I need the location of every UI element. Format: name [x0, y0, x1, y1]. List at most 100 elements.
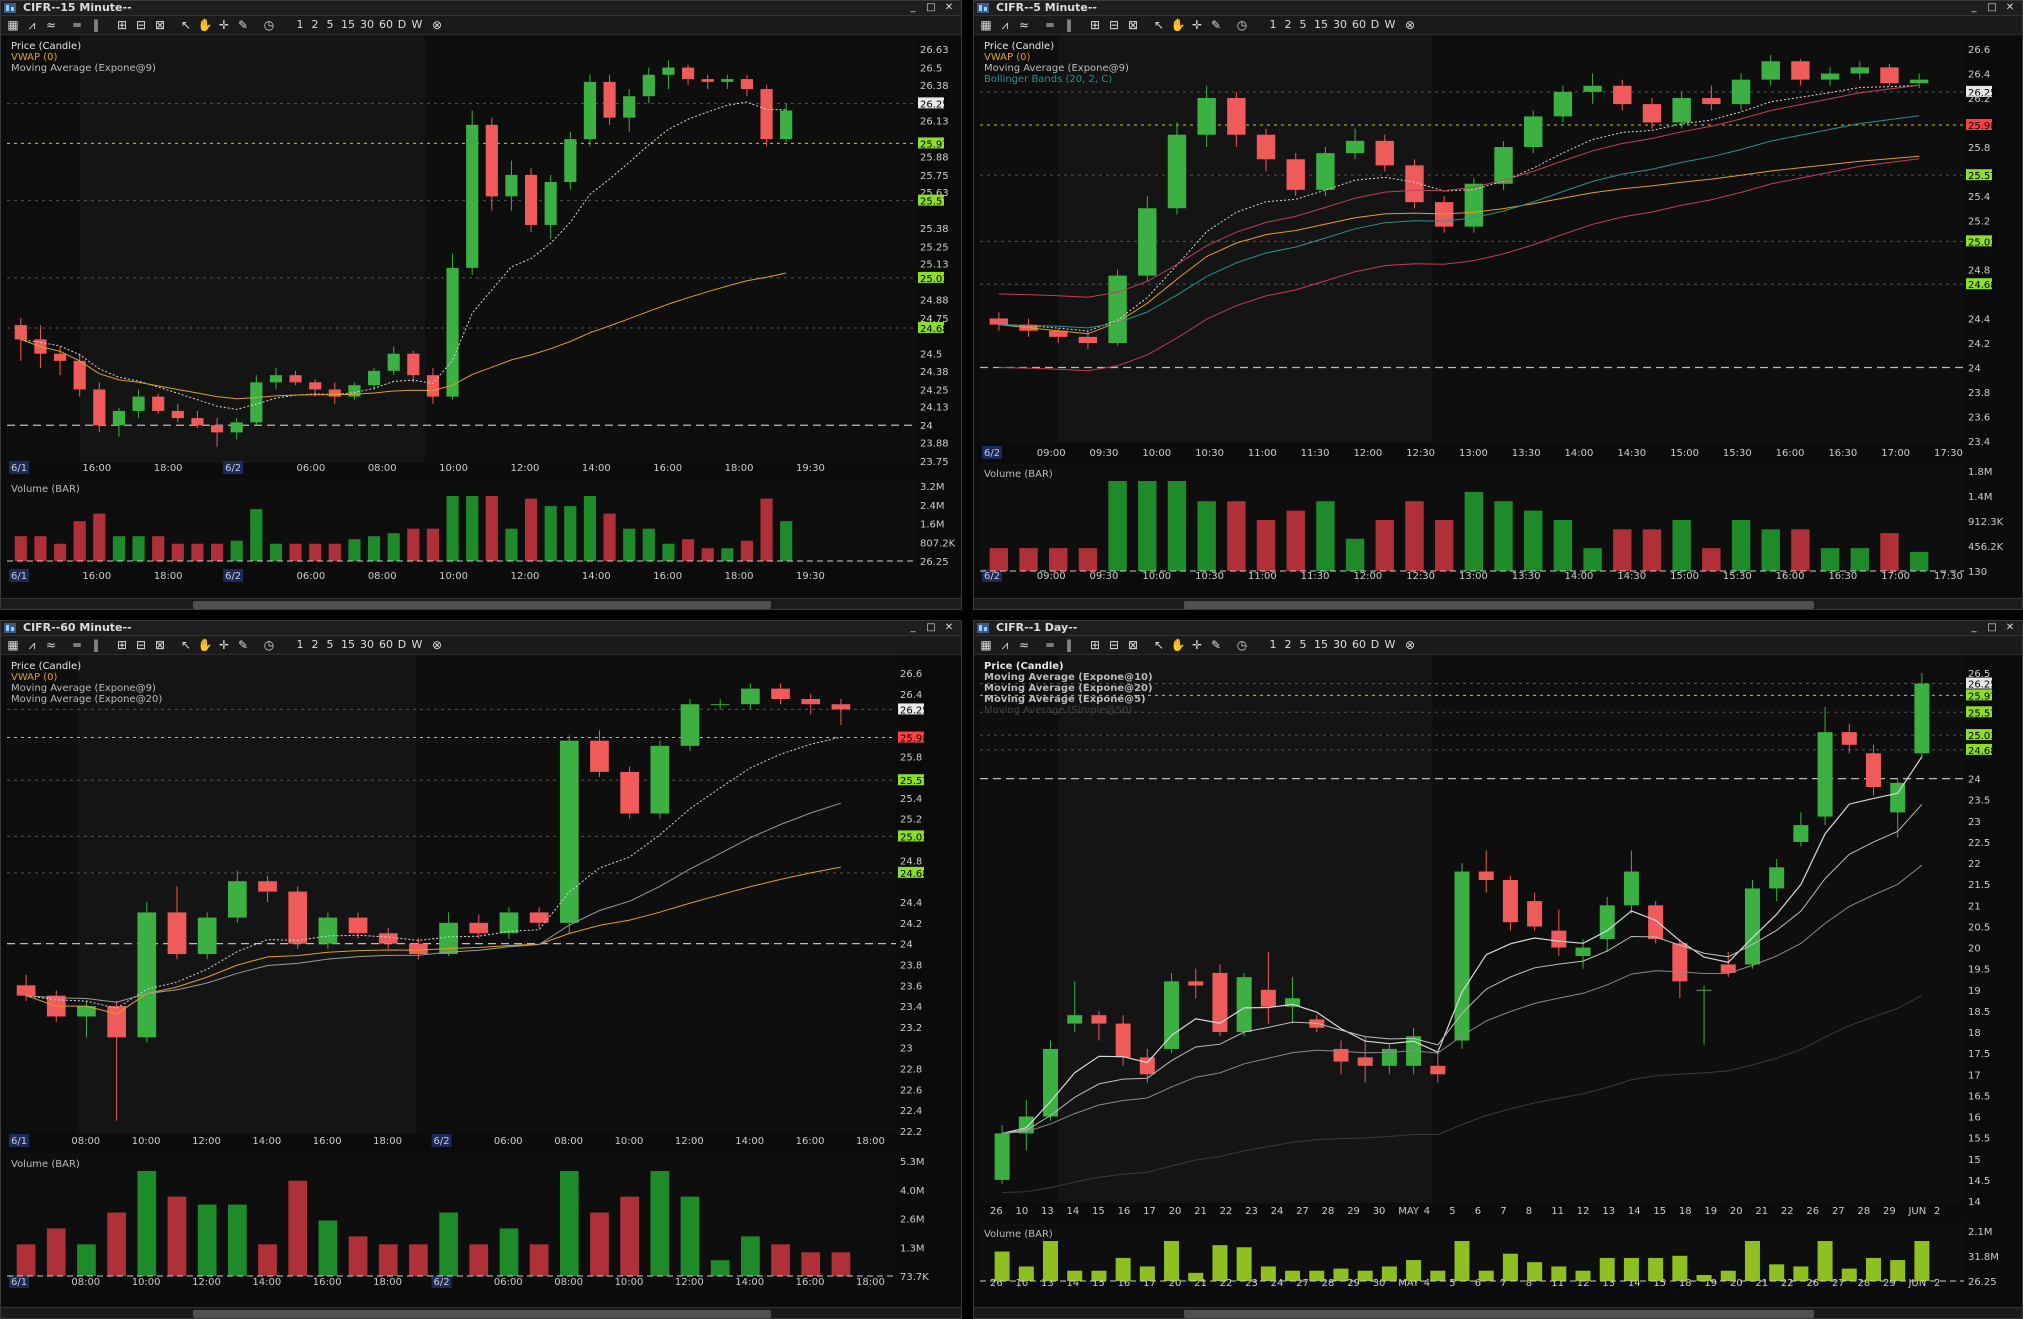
maximize-button[interactable]: □: [1984, 2, 2000, 13]
legend-entry[interactable]: Price (Candle): [11, 41, 81, 52]
period-button-d[interactable]: D: [396, 637, 408, 653]
hand-icon[interactable]: ✋: [1170, 17, 1186, 33]
scrollbar-thumb[interactable]: [1184, 1310, 1814, 1318]
chart-pane[interactable]: CIFR--15 Minute-- _ □ ✕ ▦ ⩘ ≈ ═ ‖ ⊞ ⊟ ⊠ ↖ ✋ ✛ ✎ ◷ 1 2 5 15 30…: [0, 0, 962, 610]
grid-icon[interactable]: ⊞: [1087, 17, 1103, 33]
period-button-w[interactable]: W: [411, 17, 423, 33]
legend-entry[interactable]: Moving Average (Expone@10): [984, 672, 1153, 683]
crosshair-icon[interactable]: ✛: [1189, 17, 1205, 33]
horizontal-scrollbar[interactable]: [1, 1307, 961, 1318]
period-button-d[interactable]: D: [1369, 17, 1381, 33]
period-button-15[interactable]: 15: [339, 17, 357, 33]
price-chart[interactable]: 26.626.426.2526.225.9825.825.5725.425.22…: [974, 35, 2023, 597]
legend-entry[interactable]: Moving Average (Expone@9): [11, 63, 156, 74]
pause-icon[interactable]: ‖: [88, 17, 104, 33]
window-titlebar[interactable]: CIFR--1 Day-- _ □ ✕: [974, 621, 2022, 636]
legend-entry[interactable]: Moving Average (Expone@9): [11, 683, 156, 694]
close-button[interactable]: ✕: [941, 622, 957, 633]
chart-pane[interactable]: CIFR--1 Day-- _ □ ✕ ▦ ⩘ ≈ ═ ‖ ⊞ ⊟ ⊠ ↖ ✋ ✛ ✎ ◷ 1 2 5 15 30 60 D W…: [973, 620, 2023, 1319]
pencil-icon[interactable]: ✎: [235, 637, 251, 653]
chart-pane[interactable]: CIFR--5 Minute-- _ □ ✕ ▦ ⩘ ≈ ═ ‖ ⊞ ⊟ ⊠ ↖ ✋ ✛ ✎ ◷ 1 2 5 15 30 6…: [973, 0, 2023, 610]
bar-style-icon[interactable]: ⩘: [997, 637, 1013, 653]
pause-icon[interactable]: ‖: [88, 637, 104, 653]
clock-icon[interactable]: ◷: [1234, 17, 1250, 33]
period-button-d[interactable]: D: [396, 17, 408, 33]
period-button-1[interactable]: 1: [294, 637, 306, 653]
legend-entry[interactable]: Price (Candle): [984, 661, 1064, 672]
period-button-d[interactable]: D: [1369, 637, 1381, 653]
lines-icon[interactable]: ═: [1042, 17, 1058, 33]
legend-entry[interactable]: Moving Average (Simple@50): [984, 705, 1132, 716]
close-button[interactable]: ✕: [941, 2, 957, 13]
crosshair-icon[interactable]: ✛: [216, 17, 232, 33]
period-button-1[interactable]: 1: [294, 17, 306, 33]
period-button-60[interactable]: 60: [377, 17, 395, 33]
crosshair-icon[interactable]: ✛: [216, 637, 232, 653]
period-button-30[interactable]: 30: [1331, 637, 1349, 653]
draw-style-icon[interactable]: ≈: [1016, 637, 1032, 653]
hand-icon[interactable]: ✋: [197, 17, 213, 33]
legend-entry[interactable]: VWAP (0): [11, 672, 57, 683]
minimize-button[interactable]: _: [905, 622, 921, 633]
scrollbar-thumb[interactable]: [193, 601, 771, 609]
lines-icon[interactable]: ═: [1042, 637, 1058, 653]
chart-type-icon[interactable]: ▦: [978, 637, 994, 653]
period-button-5[interactable]: 5: [1297, 17, 1309, 33]
clear-icon[interactable]: ⊗: [430, 17, 444, 33]
bar-style-icon[interactable]: ⩘: [24, 637, 40, 653]
cursor-icon[interactable]: ↖: [178, 17, 194, 33]
horizontal-scrollbar[interactable]: [974, 598, 2022, 609]
grid-icon[interactable]: ⊞: [1087, 637, 1103, 653]
period-button-30[interactable]: 30: [358, 17, 376, 33]
volume-legend[interactable]: Volume (BAR): [984, 469, 1053, 480]
period-button-5[interactable]: 5: [324, 17, 336, 33]
legend-entry[interactable]: Moving Average (Expone@20): [984, 683, 1153, 694]
period-button-2[interactable]: 2: [309, 17, 321, 33]
chart-type-icon[interactable]: ▦: [5, 637, 21, 653]
period-button-2[interactable]: 2: [1282, 637, 1294, 653]
maximize-button[interactable]: □: [923, 622, 939, 633]
compare-icon[interactable]: ⊠: [1125, 17, 1141, 33]
period-button-60[interactable]: 60: [377, 637, 395, 653]
cursor-icon[interactable]: ↖: [1151, 637, 1167, 653]
period-button-30[interactable]: 30: [1331, 17, 1349, 33]
compare-icon[interactable]: ⊠: [152, 637, 168, 653]
window-titlebar[interactable]: CIFR--60 Minute-- _ □ ✕: [1, 621, 961, 636]
period-button-2[interactable]: 2: [1282, 17, 1294, 33]
cursor-icon[interactable]: ↖: [178, 637, 194, 653]
draw-style-icon[interactable]: ≈: [43, 637, 59, 653]
price-chart[interactable]: 26.6 26.4 26.25 25.98 25.8 25.57 25.4 25.2 25.03…: [1, 655, 962, 1306]
price-chart[interactable]: 26.526.2525.9725.5725.0324.682423.52322.…: [974, 655, 2023, 1306]
clear-icon[interactable]: ⊗: [1403, 637, 1417, 653]
legend-entry[interactable]: Moving Average (Expone@5): [984, 694, 1146, 705]
crosshair-icon[interactable]: ✛: [1189, 637, 1205, 653]
bar-style-icon[interactable]: ⩘: [24, 17, 40, 33]
legend-entry[interactable]: Moving Average (Expone@20): [11, 694, 162, 705]
window-titlebar[interactable]: CIFR--15 Minute-- _ □ ✕: [1, 1, 961, 16]
volume-legend[interactable]: Volume (BAR): [11, 484, 80, 495]
clear-icon[interactable]: ⊗: [430, 637, 444, 653]
period-button-60[interactable]: 60: [1350, 17, 1368, 33]
minimize-button[interactable]: _: [1966, 2, 1982, 13]
period-button-5[interactable]: 5: [324, 637, 336, 653]
compare-icon[interactable]: ⊠: [1125, 637, 1141, 653]
close-button[interactable]: ✕: [2002, 2, 2018, 13]
maximize-button[interactable]: □: [923, 2, 939, 13]
lines-icon[interactable]: ═: [69, 637, 85, 653]
maximize-button[interactable]: □: [1984, 622, 2000, 633]
hand-icon[interactable]: ✋: [1170, 637, 1186, 653]
minimize-button[interactable]: _: [905, 2, 921, 13]
scrollbar-thumb[interactable]: [1184, 601, 1814, 609]
period-button-30[interactable]: 30: [358, 637, 376, 653]
horizontal-scrollbar[interactable]: [1, 598, 961, 609]
chart-type-icon[interactable]: ▦: [978, 17, 994, 33]
legend-entry[interactable]: VWAP (0): [11, 52, 57, 63]
legend-entry[interactable]: Bollinger Bands (20, 2, C): [984, 74, 1112, 85]
layout-icon[interactable]: ⊟: [1106, 637, 1122, 653]
cursor-icon[interactable]: ↖: [1151, 17, 1167, 33]
period-button-2[interactable]: 2: [309, 637, 321, 653]
compare-icon[interactable]: ⊠: [152, 17, 168, 33]
pencil-icon[interactable]: ✎: [1208, 17, 1224, 33]
period-button-15[interactable]: 15: [1312, 17, 1330, 33]
layout-icon[interactable]: ⊟: [133, 17, 149, 33]
